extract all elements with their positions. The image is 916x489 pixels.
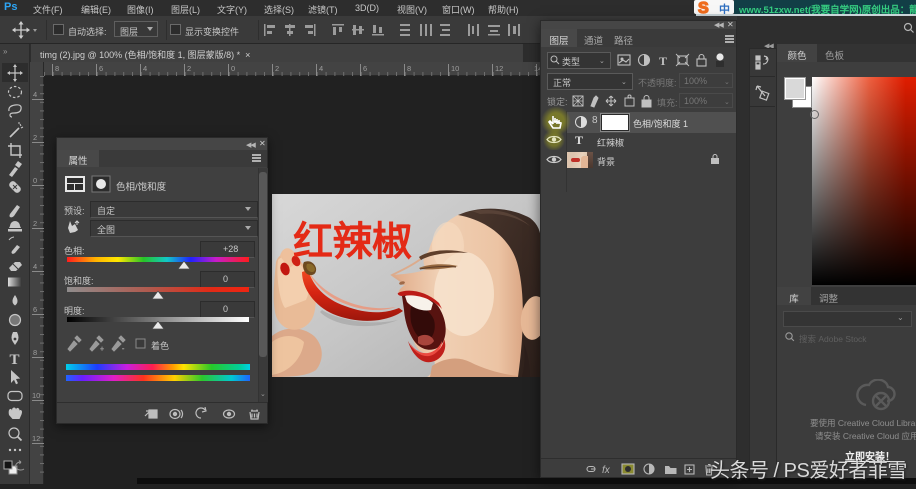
svg-text:12: 12 bbox=[32, 434, 40, 443]
svg-text:4: 4 bbox=[143, 64, 147, 73]
svg-text:S: S bbox=[698, 0, 709, 15]
svg-text:红辣椒: 红辣椒 bbox=[293, 220, 412, 264]
svg-text:8: 8 bbox=[33, 348, 37, 357]
svg-text:6: 6 bbox=[33, 305, 37, 314]
svg-text:4: 4 bbox=[33, 262, 37, 271]
svg-text:10: 10 bbox=[32, 391, 40, 400]
svg-text:4: 4 bbox=[33, 90, 37, 99]
svg-text:2: 2 bbox=[33, 133, 37, 142]
svg-text:-: - bbox=[122, 346, 125, 353]
svg-text:4: 4 bbox=[319, 64, 323, 73]
svg-text:T: T bbox=[659, 54, 667, 67]
svg-text:12: 12 bbox=[495, 64, 503, 73]
svg-text:0: 0 bbox=[33, 176, 37, 185]
svg-text:2: 2 bbox=[275, 64, 279, 73]
svg-text:+: + bbox=[100, 346, 104, 353]
svg-text:T: T bbox=[10, 352, 20, 368]
svg-text:8: 8 bbox=[55, 64, 59, 73]
svg-text:6: 6 bbox=[99, 64, 103, 73]
svg-text:2: 2 bbox=[33, 219, 37, 228]
svg-text:10: 10 bbox=[451, 64, 459, 73]
svg-text:8: 8 bbox=[407, 64, 411, 73]
svg-text:2: 2 bbox=[187, 64, 191, 73]
svg-text:6: 6 bbox=[363, 64, 367, 73]
svg-text:0: 0 bbox=[231, 64, 235, 73]
svg-text:fx: fx bbox=[602, 465, 611, 476]
